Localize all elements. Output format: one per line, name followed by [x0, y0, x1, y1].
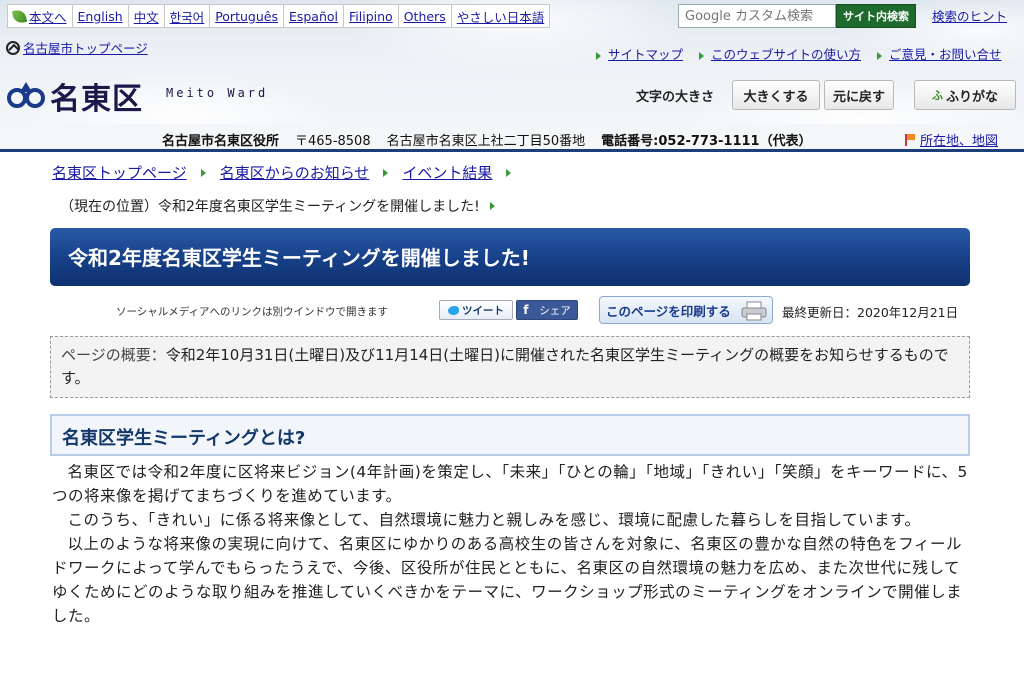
arrow-right-icon [596, 51, 601, 60]
body-paragraph: このうち、「きれい」に係る将来像として、自然環境に魅力と親しみを感じ、環境に配慮… [67, 511, 921, 529]
twitter-bird-icon [448, 305, 459, 315]
skip-to-content-link[interactable]: 本文へ [8, 5, 72, 27]
arrow-right-icon [489, 202, 495, 210]
office-name: 名古屋市名東区役所 [162, 134, 280, 149]
furigana-button[interactable]: ふふりがな [914, 80, 1016, 110]
office-address: 名古屋市名東区役所 〒465-8508 名古屋市名東区上社二丁目50番地 電話番… [162, 130, 812, 149]
lang-chinese-link[interactable]: 中文 [127, 5, 164, 27]
furigana-icon: ふ [931, 89, 943, 102]
site-header: 本文へ English 中文 한국어 Português Español Fil… [0, 0, 1024, 152]
page-summary: ページの概要：令和2年10月31日(土曜日)及び11月14日(土曜日)に開催され… [50, 336, 970, 398]
how-to-use-link[interactable]: このウェブサイトの使い方 [699, 44, 861, 63]
print-page-button[interactable]: このページを印刷する [599, 296, 773, 324]
phone-number: 電話番号:052-773-1111（代表） [601, 134, 812, 149]
font-larger-button[interactable]: 大きくする [732, 80, 820, 110]
language-bar: 本文へ English 中文 한국어 Português Español Fil… [7, 4, 551, 28]
breadcrumb-arrow-icon [506, 168, 512, 177]
breadcrumb-arrow-icon [200, 168, 206, 177]
postal-code: 〒465-8508 [295, 134, 371, 149]
section-heading: 名東区学生ミーティングとは? [50, 414, 970, 456]
nagoya-top-link[interactable]: 名古屋市トップページ [6, 38, 148, 57]
breadcrumb-notices[interactable]: 名東区からのお知らせ [220, 162, 370, 183]
breadcrumb-event-results[interactable]: イベント結果 [402, 162, 492, 183]
current-position: （現在の位置）令和2年度名東区学生ミーティングを開催しました! [60, 196, 495, 216]
lang-filipino-link[interactable]: Filipino [343, 5, 398, 27]
font-reset-button[interactable]: 元に戻す [824, 80, 894, 110]
flag-icon [904, 133, 916, 146]
body-paragraph: 名東区では令和2年度に区将来ビジョン(4年計画)を策定し、「未来」「ひとの輪」「… [52, 463, 968, 505]
lang-english-link[interactable]: English [71, 5, 128, 27]
article-body: 名東区では令和2年度に区将来ビジョン(4年計画)を策定し、「未来」「ひとの輪」「… [52, 460, 970, 628]
breadcrumb: 名東区トップページ 名東区からのお知らせ イベント結果 [52, 162, 525, 183]
lang-spanish-link[interactable]: Español [282, 5, 343, 27]
contact-link[interactable]: ご意見・お問い合せ [877, 44, 1002, 63]
summary-label: ページの概要： [61, 346, 166, 364]
summary-text: 令和2年10月31日(土曜日)及び11月14日(土曜日)に開催された名東区学生ミ… [61, 346, 949, 387]
search-hint-link[interactable]: 検索のヒント [932, 6, 1007, 25]
arrow-right-icon [699, 51, 705, 60]
street-address: 名古屋市名東区上社二丁目50番地 [386, 134, 586, 149]
font-size-label: 文字の大きさ [636, 90, 715, 105]
lang-others-link[interactable]: Others [397, 5, 451, 27]
arrow-right-icon [877, 51, 883, 60]
ward-logo-roman: Meito Ward [166, 86, 269, 100]
social-media-note: ソーシャルメディアへのリンクは別ウインドウで開きます [116, 306, 389, 318]
ward-emblem-icon[interactable] [6, 78, 46, 110]
ward-logo-name[interactable]: 名東区 [50, 74, 143, 118]
nagoya-emblem-icon [6, 40, 20, 55]
facebook-icon: f [523, 303, 529, 317]
last-updated-date: 最終更新日：2020年12月21日 [782, 305, 959, 320]
page-title: 令和2年度名東区学生ミーティングを開催しました! [50, 228, 970, 286]
utility-links: サイトマップ このウェブサイトの使い方 ご意見・お問い合せ [596, 44, 1002, 63]
lang-korean-link[interactable]: 한국어 [163, 5, 210, 27]
breadcrumb-arrow-icon [383, 168, 389, 177]
address-bar: 名古屋市名東区役所 〒465-8508 名古屋市名東区上社二丁目50番地 電話番… [0, 126, 1024, 152]
lang-portuguese-link[interactable]: Português [209, 5, 283, 27]
lang-easy-japanese-link[interactable]: やさしい日本語 [450, 5, 550, 27]
breadcrumb-ward-top[interactable]: 名東区トップページ [52, 162, 187, 183]
search-input[interactable] [678, 4, 836, 28]
facebook-share-button[interactable]: f シェア [516, 300, 578, 320]
leaf-icon [11, 8, 28, 24]
map-link[interactable]: 所在地、地図 [904, 130, 998, 149]
site-search-button[interactable]: サイト内検索 [836, 4, 916, 28]
tweet-button[interactable]: ツイート [439, 300, 513, 320]
printer-icon [741, 301, 767, 321]
sitemap-link[interactable]: サイトマップ [596, 44, 683, 63]
body-paragraph: 以上のような将来像の実現に向けて、名東区にゆかりのある高校生の皆さんを対象に、名… [52, 535, 963, 625]
